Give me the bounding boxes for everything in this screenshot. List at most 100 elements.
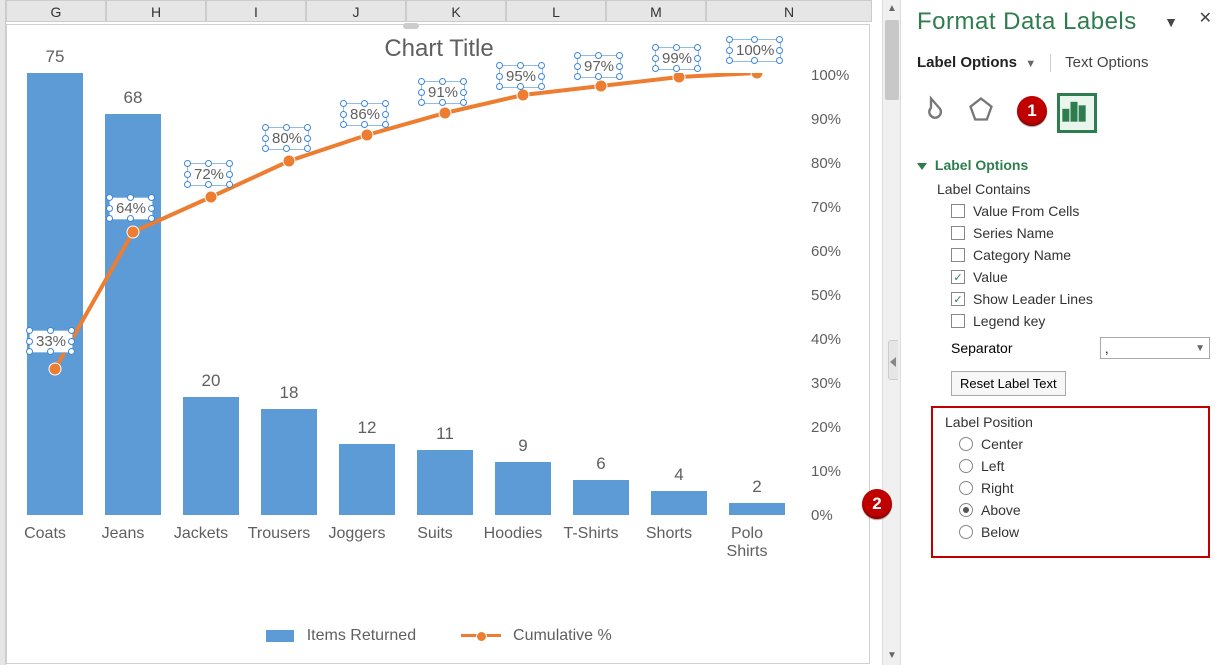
data-label[interactable]: 91% (421, 81, 465, 104)
bar-hoodies[interactable] (495, 462, 551, 515)
checkbox-series-name[interactable]: Series Name (951, 225, 1210, 241)
category-label: Suits (397, 525, 473, 543)
col-header-J[interactable]: J (306, 0, 406, 22)
col-header-M[interactable]: M (606, 0, 706, 22)
col-header-L[interactable]: L (506, 0, 606, 22)
sec-axis-tick: 80% (811, 155, 841, 172)
tab-text-options[interactable]: Text Options (1065, 54, 1148, 71)
data-label[interactable]: 95% (499, 65, 543, 88)
pane-icon-row: 1 (917, 93, 1210, 139)
col-header-K[interactable]: K (406, 0, 506, 22)
col-header-H[interactable]: H (106, 0, 206, 22)
data-label[interactable]: 33% (29, 330, 73, 353)
sec-axis-tick: 30% (811, 375, 841, 392)
data-label[interactable]: 100% (729, 39, 781, 62)
radio-left[interactable]: Left (959, 458, 1202, 474)
data-label[interactable]: 80% (265, 127, 309, 150)
annotation-badge-1: 1 (1017, 96, 1047, 126)
legend-swatch-line-icon (461, 634, 501, 637)
chevron-down-icon: ▼ (1025, 58, 1036, 70)
sec-axis-tick: 10% (811, 463, 841, 480)
data-label[interactable]: 97% (577, 55, 621, 78)
sec-axis-tick: 40% (811, 331, 841, 348)
label-position-heading: Label Position (945, 414, 1202, 430)
checkbox-value[interactable]: ✓Value (951, 269, 1210, 285)
format-data-labels-pane: Format Data Labels ▼ ✕ Label Options ▼ T… (900, 0, 1226, 665)
pane-tab-selector: Label Options ▼ Text Options (917, 54, 1210, 77)
col-header-N[interactable]: N (706, 0, 872, 22)
sec-axis-tick: 60% (811, 243, 841, 260)
label-contains-heading: Label Contains (937, 181, 1210, 197)
bar-coats[interactable] (27, 73, 83, 515)
bar-label: 12 (339, 418, 395, 438)
bar-jackets[interactable] (183, 397, 239, 515)
embedded-chart[interactable]: Chart Title 75 68 20 18 12 11 9 6 4 2 (6, 24, 870, 664)
separator-row: Separator , ▼ (951, 337, 1210, 359)
bar-label: 11 (417, 424, 473, 444)
category-label: Polo Shirts (709, 525, 785, 561)
chart-top-handle[interactable] (403, 23, 419, 29)
sec-axis-tick: 90% (811, 111, 841, 128)
bar-label: 18 (261, 383, 317, 403)
data-label[interactable]: 64% (109, 197, 153, 220)
sec-axis-tick: 50% (811, 287, 841, 304)
bar-jeans[interactable] (105, 114, 161, 515)
separator-value: , (1105, 341, 1109, 356)
plot-area[interactable]: 75 68 20 18 12 11 9 6 4 2 (17, 73, 803, 515)
bar-shorts[interactable] (651, 491, 707, 515)
sec-axis-tick: 70% (811, 199, 841, 216)
sec-axis-tick: 20% (811, 419, 841, 436)
checkbox-legend-key[interactable]: Legend key (951, 313, 1210, 329)
category-label: Jackets (163, 525, 239, 543)
label-position-group: Label Position Center Left Right Above B… (931, 406, 1210, 558)
bar-polo[interactable] (729, 503, 785, 515)
radio-above[interactable]: Above (959, 502, 1202, 518)
category-label: Trousers (241, 525, 317, 543)
category-label: Hoodies (475, 525, 551, 543)
fill-line-icon[interactable] (917, 95, 953, 131)
category-label: Jeans (85, 525, 161, 543)
pane-menu-dropdown[interactable]: ▼ (1164, 14, 1178, 30)
bar-label: 75 (27, 47, 83, 67)
effects-icon[interactable] (967, 95, 1003, 131)
legend-label-items: Items Returned (307, 627, 416, 644)
checkbox-category-name[interactable]: Category Name (951, 247, 1210, 263)
annotation-badge-2: 2 (862, 489, 892, 519)
data-label[interactable]: 99% (655, 47, 699, 70)
checkbox-show-leader-lines[interactable]: ✓Show Leader Lines (951, 291, 1210, 307)
bar-label: 20 (183, 371, 239, 391)
vertical-scrollbar[interactable]: ▲ ▼ (882, 0, 900, 665)
legend-label-cumulative: Cumulative % (513, 627, 612, 644)
scroll-thumb[interactable] (885, 20, 899, 100)
section-label-options[interactable]: Label Options (917, 157, 1210, 173)
data-label[interactable]: 86% (343, 103, 387, 126)
col-header-I[interactable]: I (206, 0, 306, 22)
category-label: Joggers (319, 525, 395, 543)
chart-legend[interactable]: Items Returned Cumulative % (7, 627, 871, 661)
reset-label-text-button[interactable]: Reset Label Text (951, 371, 1066, 396)
category-label: T-Shirts (553, 525, 629, 543)
chevron-down-icon: ▼ (1195, 343, 1205, 354)
pane-close-button[interactable]: ✕ (1199, 8, 1212, 28)
data-label[interactable]: 72% (187, 163, 231, 186)
pane-expand-tab[interactable] (888, 340, 898, 380)
scroll-down-button[interactable]: ▼ (883, 647, 901, 665)
series-options-icon[interactable] (1057, 93, 1097, 133)
checkbox-value-from-cells[interactable]: Value From Cells (951, 203, 1210, 219)
bar-trousers[interactable] (261, 409, 317, 515)
bar-label: 2 (729, 477, 785, 497)
bar-joggers[interactable] (339, 444, 395, 515)
radio-right[interactable]: Right (959, 480, 1202, 496)
sec-axis-tick: 100% (811, 67, 849, 84)
bar-tshirts[interactable] (573, 480, 629, 515)
radio-below[interactable]: Below (959, 524, 1202, 540)
separator-dropdown[interactable]: , ▼ (1100, 337, 1210, 359)
category-label: Shorts (631, 525, 707, 543)
legend-swatch-bar-icon (266, 630, 294, 642)
bar-label: 9 (495, 436, 551, 456)
tab-label-options[interactable]: Label Options ▼ (917, 54, 1036, 77)
radio-center[interactable]: Center (959, 436, 1202, 452)
scroll-up-button[interactable]: ▲ (883, 0, 901, 18)
col-header-G[interactable]: G (6, 0, 106, 22)
bar-suits[interactable] (417, 450, 473, 515)
